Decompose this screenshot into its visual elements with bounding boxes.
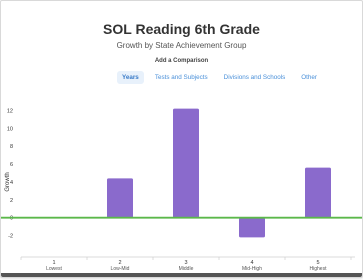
bar [305, 167, 331, 218]
x-category-label: Lowest [46, 266, 62, 272]
bar-chart: -2024681012Growth1Lowest2Low-Mid3Middle4… [1, 108, 362, 272]
y-tick-label: 0 [10, 216, 13, 222]
bar [239, 217, 265, 238]
bar [173, 108, 199, 218]
x-category-label: Highest [310, 266, 328, 272]
x-category-label: Low-Mid [111, 266, 130, 272]
y-tick-label: -2 [8, 234, 13, 240]
y-tick-label: 12 [7, 108, 13, 114]
y-tick-label: 8 [10, 144, 13, 150]
x-category-label: Mid-High [242, 266, 262, 272]
chart-card: SOL Reading 6th Grade Growth by State Ac… [0, 0, 363, 278]
x-category-label: Middle [179, 266, 194, 272]
y-tick-label: 6 [10, 162, 13, 168]
y-tick-label: 2 [10, 198, 13, 204]
y-tick-label: 10 [7, 126, 13, 132]
y-axis-label: Growth [5, 172, 11, 191]
card-bottom-border [1, 273, 362, 277]
bar [107, 178, 133, 218]
